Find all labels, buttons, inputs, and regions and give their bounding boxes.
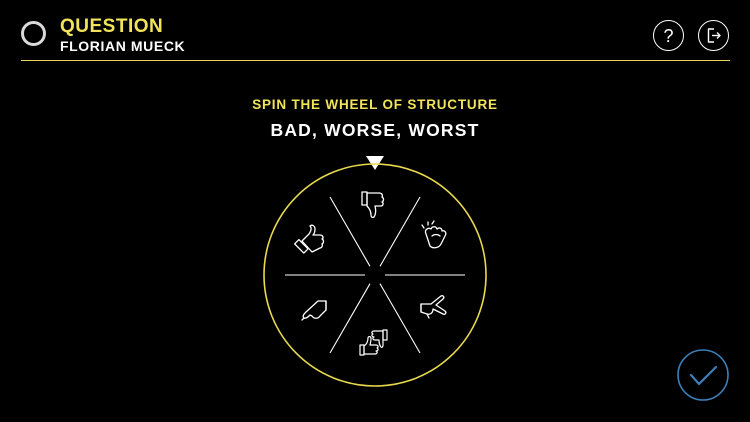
header-bar: QUESTION FLORIAN MUECK ? [0, 0, 750, 62]
page-subtitle: FLORIAN MUECK [60, 38, 186, 54]
exit-door-icon [707, 28, 721, 43]
thumbs-up-icon[interactable] [293, 224, 325, 254]
exit-button[interactable] [698, 20, 729, 51]
wheel-spokes [285, 196, 465, 354]
header-divider [21, 60, 730, 61]
help-button[interactable]: ? [653, 20, 684, 51]
checkmark-icon [689, 365, 718, 386]
pointing-hand-icon[interactable] [301, 300, 327, 321]
confirm-button[interactable] [676, 348, 730, 402]
progress-ring-icon [21, 21, 46, 46]
wheel-heading: SPIN THE WHEEL OF STRUCTURE [252, 97, 498, 112]
wheel-question: BAD, WORSE, WORST [270, 120, 480, 140]
thumbs-down-icon[interactable] [361, 191, 385, 219]
thumbs-up-and-down-icon[interactable] [359, 329, 388, 356]
peace-sign-hand-icon[interactable] [420, 295, 447, 319]
clapping-hands-icon[interactable] [421, 220, 447, 249]
structure-wheel[interactable] [250, 150, 500, 400]
question-mark-icon: ? [663, 25, 674, 46]
page-title: QUESTION [60, 16, 164, 37]
triangle-pointer-icon [366, 156, 384, 170]
